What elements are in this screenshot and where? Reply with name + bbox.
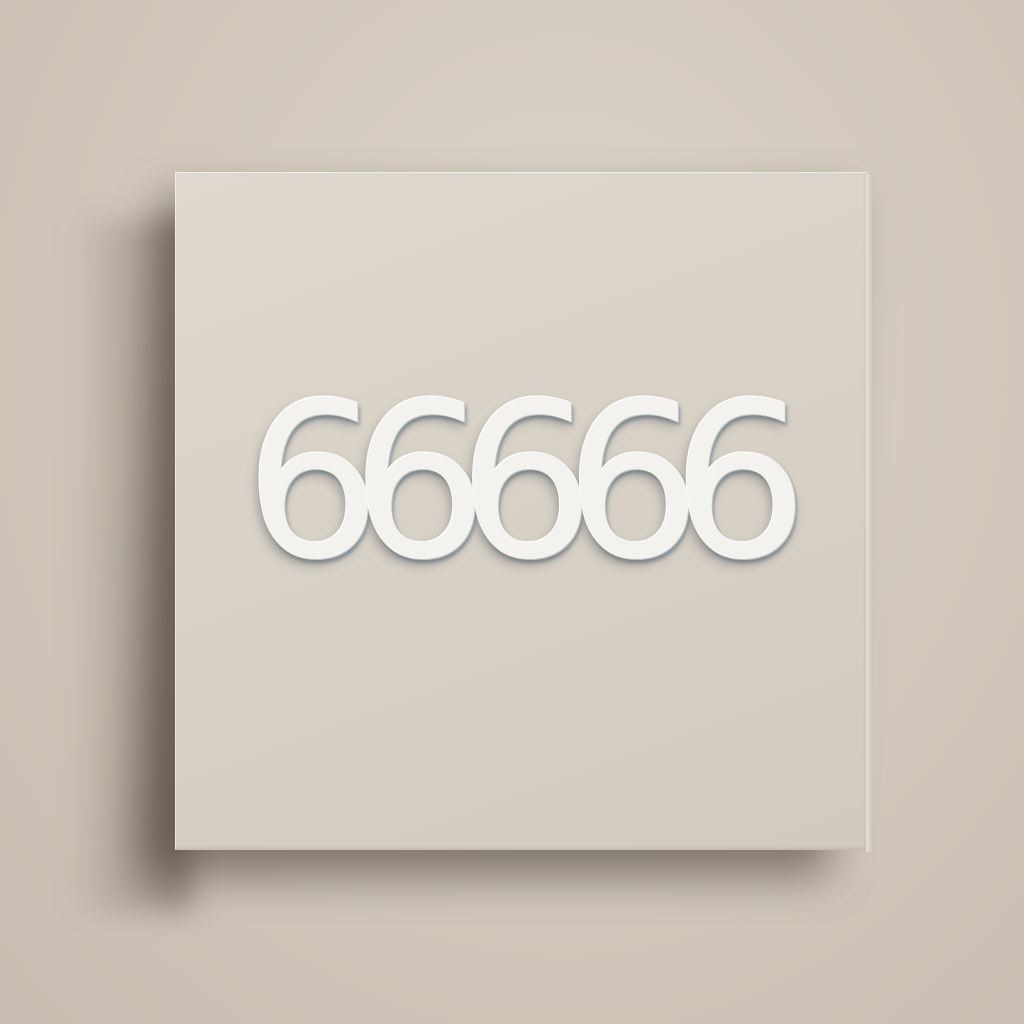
embossed-numerals: 66666 <box>244 356 809 607</box>
